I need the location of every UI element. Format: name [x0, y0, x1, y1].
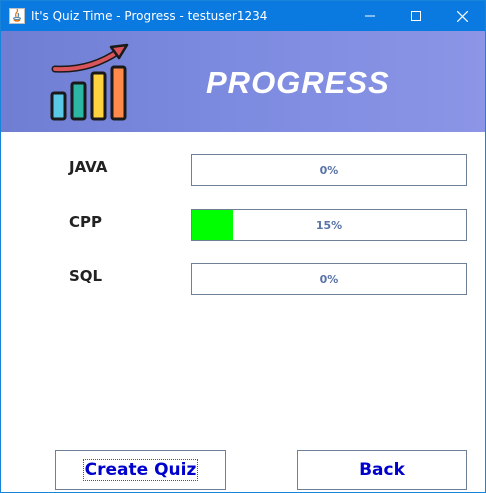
close-icon — [456, 10, 468, 22]
title-bar[interactable]: It's Quiz Time - Progress - testuser1234 — [1, 1, 485, 31]
minimize-button[interactable] — [347, 1, 393, 31]
minimize-icon — [365, 15, 375, 17]
maximize-icon — [411, 11, 421, 21]
progress-bar-cpp: 15% — [191, 209, 467, 241]
header-banner: PROGRESS — [1, 31, 485, 132]
bar-chart-growth-icon — [50, 43, 129, 121]
window-title: It's Quiz Time - Progress - testuser1234 — [31, 9, 268, 23]
close-button[interactable] — [439, 1, 485, 31]
app-window: It's Quiz Time - Progress - testuser1234 — [0, 0, 486, 493]
subject-label-java: JAVA — [69, 158, 108, 176]
maximize-button[interactable] — [393, 1, 439, 31]
page-title: PROGRESS — [206, 65, 390, 100]
progress-bar-java: 0% — [191, 154, 467, 186]
back-button[interactable]: Back — [297, 450, 467, 490]
progress-text: 0% — [319, 163, 339, 177]
create-quiz-label: Create Quiz — [82, 459, 199, 481]
progress-bar-sql: 0% — [191, 263, 467, 295]
subject-label-cpp: CPP — [69, 213, 102, 231]
progress-text: 15% — [315, 218, 343, 232]
java-app-icon — [9, 8, 25, 24]
subject-label-sql: SQL — [69, 267, 103, 285]
progress-text: 0% — [319, 272, 339, 286]
create-quiz-button[interactable]: Create Quiz — [55, 450, 226, 490]
back-label: Back — [359, 460, 405, 480]
